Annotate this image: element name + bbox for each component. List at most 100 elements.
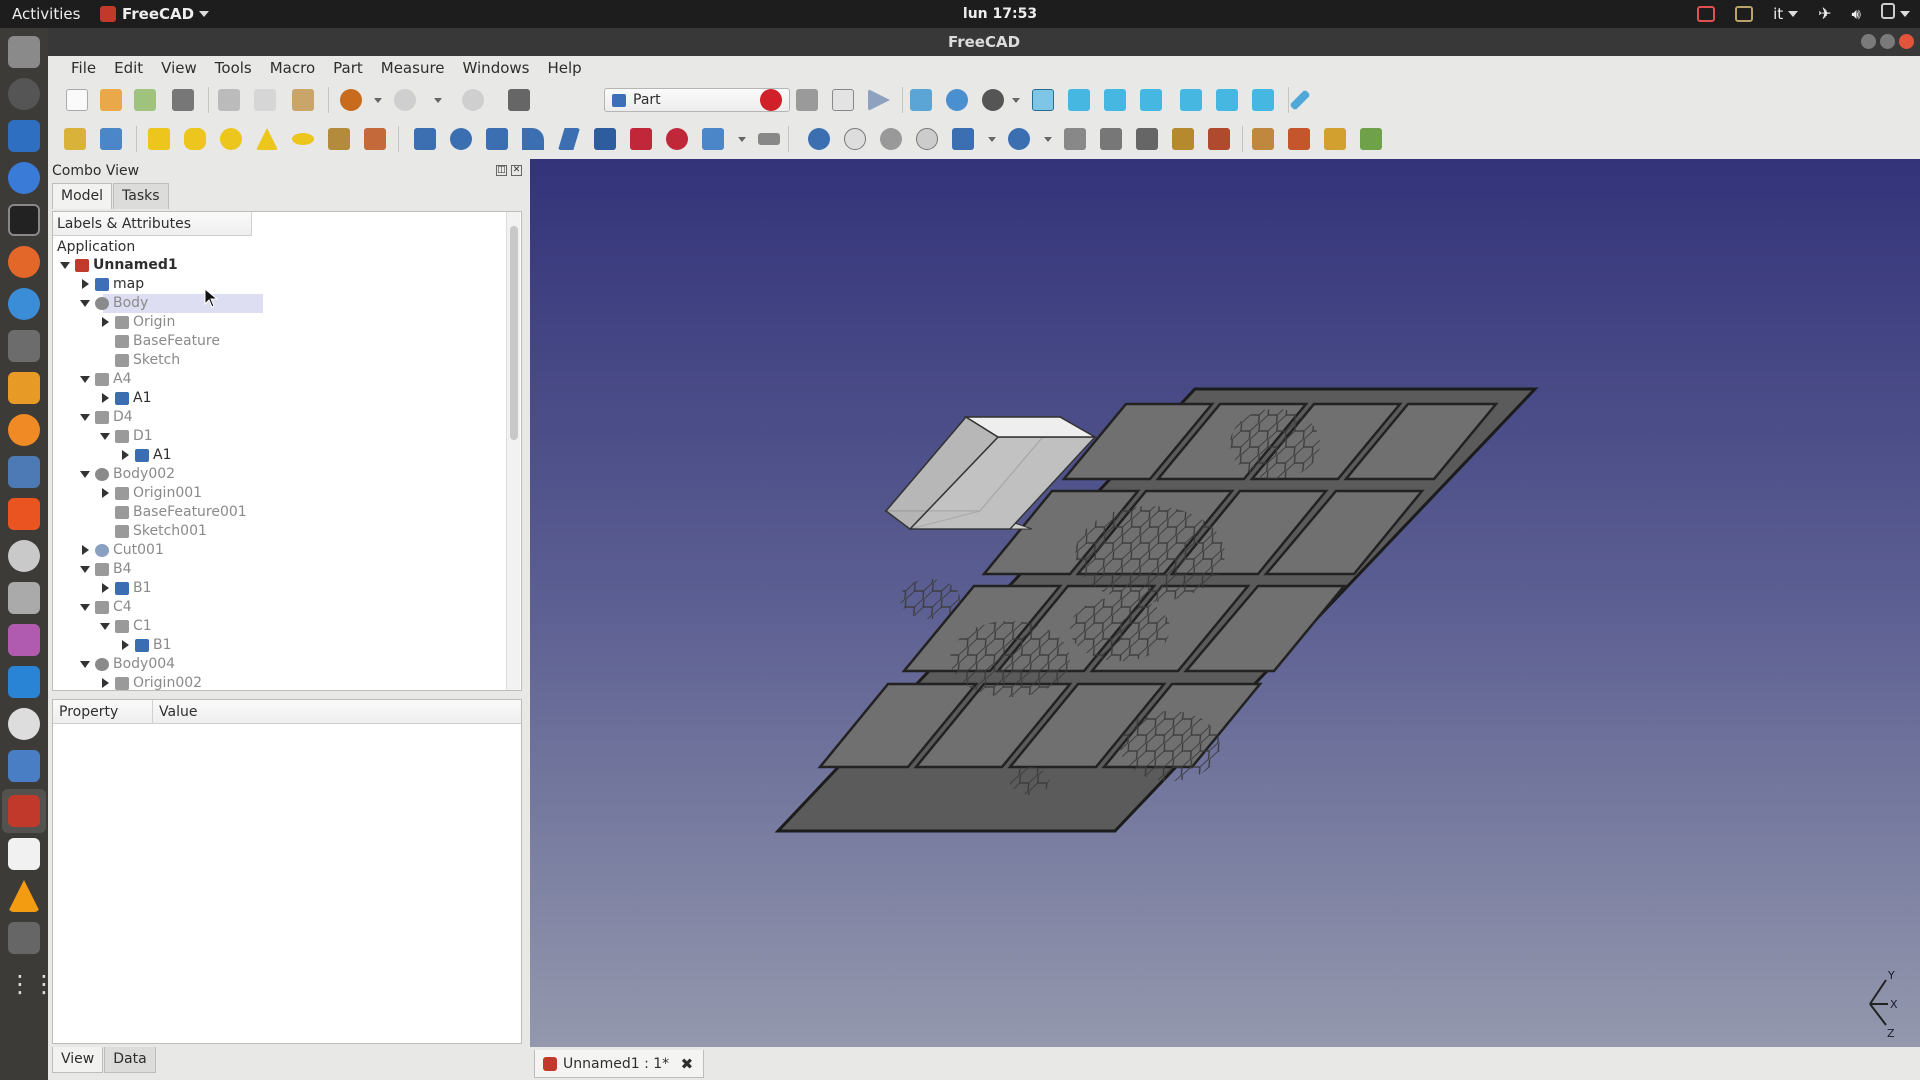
isometric-view-icon[interactable] (1032, 89, 1054, 111)
revolve-icon[interactable] (450, 128, 472, 150)
expanded-arrow-icon[interactable] (100, 623, 110, 630)
tree-item[interactable]: Unnamed1 (57, 256, 357, 275)
projection-icon[interactable] (1172, 128, 1194, 150)
blender-icon[interactable] (8, 414, 40, 446)
split-icon[interactable] (1008, 128, 1030, 150)
tree-item[interactable]: Origin001 (97, 484, 397, 503)
join-features-icon[interactable] (952, 128, 974, 150)
float-panel-icon[interactable]: ◫ (496, 165, 507, 176)
fit-all-icon[interactable] (910, 89, 932, 111)
tree-item[interactable]: Origin (97, 313, 397, 332)
expanded-arrow-icon[interactable] (80, 300, 90, 307)
menu-help[interactable]: Help (538, 59, 590, 77)
macro-stop-icon[interactable] (796, 89, 818, 111)
section-dropdown-icon[interactable] (738, 137, 746, 142)
measure-angular-icon[interactable] (1288, 128, 1310, 150)
collapsed-arrow-icon[interactable] (102, 393, 109, 403)
mirror-icon[interactable] (486, 128, 508, 150)
compound-icon[interactable] (1064, 128, 1086, 150)
chamfer-icon[interactable] (558, 128, 580, 150)
attachment-icon[interactable] (1208, 128, 1230, 150)
vlc-icon[interactable] (8, 880, 40, 912)
undo-dropdown-icon[interactable] (374, 98, 382, 103)
volume-icon[interactable]: 🔊︎ (1852, 0, 1861, 28)
cube-icon[interactable] (148, 128, 170, 150)
paste-icon[interactable] (292, 89, 314, 111)
tree-item[interactable]: Body002 (77, 465, 377, 484)
measure-linear-icon[interactable] (1252, 128, 1274, 150)
tree-item[interactable]: C1 (97, 617, 397, 636)
menu-edit[interactable]: Edit (105, 59, 152, 77)
tree-item[interactable]: Sketch001 (97, 522, 397, 541)
office-icon[interactable] (8, 456, 40, 488)
common-icon[interactable] (916, 128, 938, 150)
top-view-icon[interactable] (1104, 89, 1126, 111)
tree-item[interactable]: C4 (77, 598, 377, 617)
expanded-arrow-icon[interactable] (80, 604, 90, 611)
tree-item[interactable]: D4 (77, 408, 377, 427)
fuse-icon[interactable] (880, 128, 902, 150)
activities-button[interactable]: Activities (12, 0, 80, 28)
print-icon[interactable] (172, 89, 194, 111)
create-part-icon[interactable] (64, 128, 86, 150)
tab-model[interactable]: Model (52, 183, 113, 209)
shape-builder-icon[interactable] (364, 128, 386, 150)
macro-edit-icon[interactable] (832, 89, 854, 111)
expanded-arrow-icon[interactable] (100, 433, 110, 440)
property-column-header[interactable]: Property (53, 700, 153, 723)
front-view-icon[interactable] (1068, 89, 1090, 111)
cut-icon[interactable] (218, 89, 240, 111)
tree-column-header[interactable]: Labels & Attributes (53, 212, 252, 236)
torus-icon[interactable] (292, 133, 314, 145)
measure-toggle-icon[interactable] (1360, 128, 1382, 150)
app-menu[interactable]: FreeCAD (100, 0, 210, 28)
tree-item[interactable]: Body (77, 294, 377, 313)
collapsed-arrow-icon[interactable] (102, 678, 109, 688)
clipboard-icon[interactable] (1735, 6, 1754, 22)
document-tab[interactable]: Unnamed1 : 1* ✖ (534, 1050, 705, 1078)
value-column-header[interactable]: Value (153, 700, 521, 723)
cut-boolean-icon[interactable] (844, 128, 866, 150)
right-view-icon[interactable] (1140, 89, 1162, 111)
grid-plate-model[interactable] (774, 387, 1539, 833)
collapsed-arrow-icon[interactable] (102, 317, 109, 327)
property-editor[interactable]: Property Value (52, 699, 522, 1044)
menu-file[interactable]: File (62, 59, 105, 77)
software-center-icon[interactable] (8, 498, 40, 530)
boolean-icon[interactable] (808, 128, 830, 150)
tree-item[interactable]: BaseFeature (97, 332, 397, 351)
files-icon[interactable] (8, 36, 40, 68)
measure-refresh-icon[interactable] (1324, 128, 1346, 150)
draw-style-icon[interactable] (982, 89, 1004, 111)
tree-item[interactable]: Origin002 (97, 674, 397, 690)
extrude-icon[interactable] (414, 128, 436, 150)
menu-measure[interactable]: Measure (372, 59, 454, 77)
expanded-arrow-icon[interactable] (80, 566, 90, 573)
draw-style-dropdown-icon[interactable] (1012, 98, 1020, 103)
writer-icon[interactable] (8, 120, 40, 152)
create-group-icon[interactable] (100, 128, 122, 150)
collapsed-arrow-icon[interactable] (122, 450, 129, 460)
menu-windows[interactable]: Windows (454, 59, 539, 77)
tab-tasks[interactable]: Tasks (113, 183, 169, 209)
defeaturing-icon[interactable] (1136, 128, 1158, 150)
freecad-dock-icon[interactable] (8, 795, 40, 827)
editor-icon[interactable] (8, 288, 40, 320)
clock[interactable]: lun 17:53 (940, 0, 1060, 28)
camera-icon[interactable] (8, 582, 40, 614)
tree-item[interactable]: Cut001 (77, 541, 377, 560)
chromium-icon[interactable] (8, 162, 40, 194)
satellite-app-icon[interactable] (8, 78, 40, 110)
collapsed-arrow-icon[interactable] (102, 488, 109, 498)
left-view-icon[interactable] (1252, 89, 1274, 111)
video-editor-icon[interactable] (8, 922, 40, 954)
diagram-app-icon[interactable] (8, 372, 40, 404)
settings-icon[interactable] (8, 540, 40, 572)
menu-tools[interactable]: Tools (206, 59, 261, 77)
terminal-icon[interactable] (8, 204, 40, 236)
section-icon[interactable] (702, 128, 724, 150)
open-document-icon[interactable] (100, 89, 122, 111)
cone-icon[interactable] (256, 128, 278, 150)
redo-icon[interactable] (394, 89, 416, 111)
make-face-icon[interactable] (594, 128, 616, 150)
